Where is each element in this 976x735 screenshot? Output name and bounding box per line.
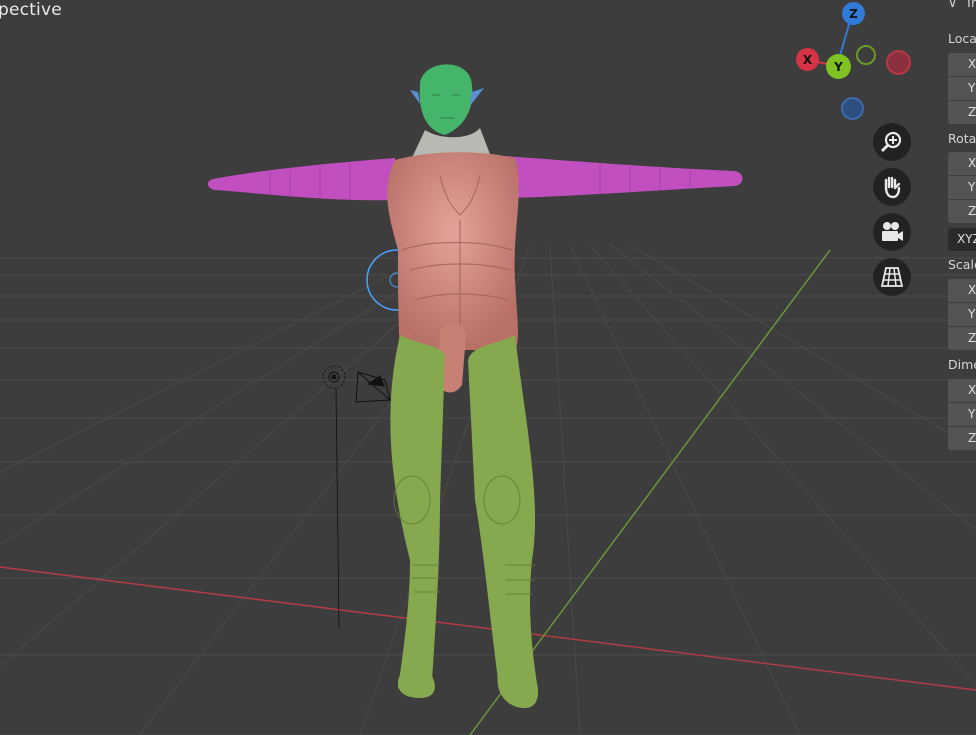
viewport-title: pective — [0, 0, 62, 20]
rotation-x-field[interactable]: X — [948, 152, 976, 175]
gizmo-neg-z-axis[interactable] — [841, 97, 864, 120]
camera-view-button[interactable] — [873, 213, 911, 251]
transform-header[interactable]: ∨ Tr — [948, 0, 976, 10]
hand-pan-icon — [884, 176, 901, 199]
location-z-field[interactable]: Z — [948, 101, 976, 124]
scale-z-field[interactable]: Z — [948, 327, 976, 350]
gizmo-neg-y-axis[interactable] — [856, 45, 876, 65]
location-label: Loca — [948, 31, 976, 46]
rotation-z-field[interactable]: Z — [948, 200, 976, 223]
camera-icon — [882, 222, 903, 241]
scale-y-field[interactable]: Y — [948, 303, 976, 326]
gizmo-z-axis[interactable]: Z — [842, 2, 865, 25]
transform-panel: ∨ Tr Loca X Y Z Rota X Y Z XYZ Scale X Y… — [940, 0, 976, 735]
rotation-y-field[interactable]: Y — [948, 176, 976, 199]
chevron-down-icon: ∨ — [948, 0, 958, 10]
scale-label: Scale — [948, 257, 976, 272]
dimensions-z-field[interactable]: Z — [948, 427, 976, 450]
ortho-toggle-button[interactable] — [873, 258, 911, 296]
character-model[interactable] — [207, 64, 743, 708]
camera-object[interactable] — [355, 371, 391, 403]
light-object[interactable] — [322, 365, 346, 629]
location-y-field[interactable]: Y — [948, 77, 976, 100]
location-x-field[interactable]: X — [948, 53, 976, 76]
scale-x-field[interactable]: X — [948, 279, 976, 302]
gizmo-x-label: X — [802, 52, 813, 67]
zoom-button[interactable] — [873, 123, 911, 161]
gizmo-y-axis[interactable]: Y — [826, 54, 851, 79]
dimensions-y-field[interactable]: Y — [948, 403, 976, 426]
dimensions-label: Dime — [948, 357, 976, 372]
zoom-in-icon — [880, 131, 902, 153]
gizmo-neg-x-axis[interactable] — [886, 50, 911, 75]
transform-header-label: Tr — [965, 0, 976, 10]
gizmo-x-axis[interactable]: X — [796, 48, 819, 71]
rotation-label: Rota — [948, 131, 976, 146]
gizmo-z-label: Z — [849, 6, 858, 21]
dimensions-x-field[interactable]: X — [948, 379, 976, 402]
gizmo-y-label: Y — [834, 59, 843, 74]
rotation-mode-dropdown[interactable]: XYZ — [948, 228, 976, 251]
pan-button[interactable] — [873, 168, 911, 206]
grid-ortho-icon — [880, 267, 904, 287]
